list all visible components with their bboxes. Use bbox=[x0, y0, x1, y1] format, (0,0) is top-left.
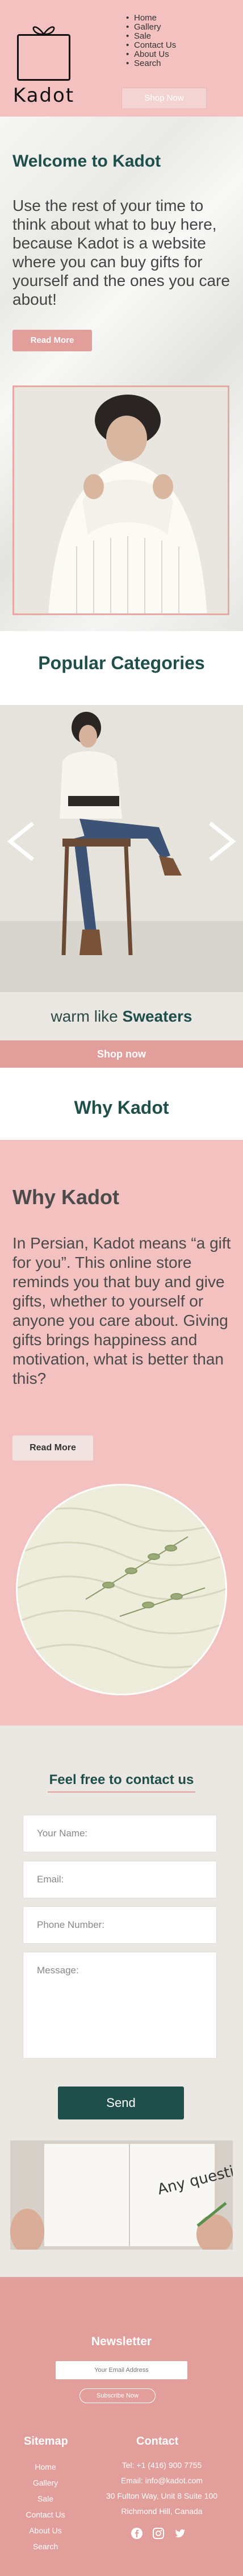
why-read-more-button[interactable]: Read More bbox=[12, 1436, 93, 1461]
caption-category: Sweaters bbox=[122, 1007, 192, 1025]
shop-now-button[interactable]: Shop Now bbox=[122, 88, 207, 109]
footer-phone: Tel: +1 (416) 900 7755 bbox=[122, 2461, 202, 2470]
sitemap-link-home[interactable]: Home bbox=[23, 2459, 68, 2475]
subscribe-button[interactable]: Subscribe Now bbox=[79, 2388, 156, 2403]
welcome-section: Welcome to Kadot Use the rest of your ti… bbox=[0, 117, 243, 631]
why-kadot-text: In Persian, Kadot means “a gift for you”… bbox=[12, 1234, 231, 1387]
read-more-button[interactable]: Read More bbox=[12, 330, 92, 351]
logo-text: Kadot bbox=[12, 84, 75, 107]
site-footer: Newsletter Your Email Address Subscribe … bbox=[0, 2277, 243, 2576]
notebook-image: Any question? bbox=[10, 2141, 233, 2250]
facebook-icon[interactable] bbox=[131, 2527, 143, 2540]
why-kadot-title: Why Kadot bbox=[12, 1185, 119, 1209]
contact-title: Feel free to contact us bbox=[49, 1772, 194, 1787]
nav-item-about[interactable]: About Us bbox=[126, 50, 176, 60]
footer-address-line-2: Richmond Hill, Canada bbox=[121, 2507, 203, 2516]
logo[interactable]: Kadot bbox=[12, 17, 75, 111]
instagram-icon[interactable] bbox=[152, 2527, 165, 2540]
category-caption: warm like Sweaters bbox=[0, 992, 243, 1040]
popular-categories-title: Popular Categories bbox=[38, 653, 205, 673]
sitemap-title: Sitemap bbox=[24, 2435, 68, 2448]
message-field[interactable]: Message: bbox=[23, 1952, 217, 2059]
newsletter-title: Newsletter bbox=[91, 2335, 152, 2348]
welcome-title: Welcome to Kadot bbox=[12, 152, 161, 171]
main-nav: Home Gallery Sale Contact Us About Us Se… bbox=[126, 14, 176, 69]
nav-item-contact[interactable]: Contact Us bbox=[126, 41, 176, 51]
sitemap-link-gallery[interactable]: Gallery bbox=[23, 2475, 68, 2491]
chevron-right-icon[interactable] bbox=[204, 819, 238, 864]
category-slider bbox=[0, 705, 243, 992]
nav-item-sale[interactable]: Sale bbox=[126, 32, 176, 42]
footer-address-line-1: 30 Fulton Way, Unit 8 Suite 100 bbox=[106, 2491, 218, 2500]
twitter-icon[interactable] bbox=[174, 2527, 186, 2540]
send-button[interactable]: Send bbox=[58, 2086, 184, 2119]
notebook-illustration: Any question? bbox=[10, 2141, 233, 2250]
name-field[interactable]: Your Name: bbox=[23, 1815, 217, 1852]
nav-item-search[interactable]: Search bbox=[126, 59, 176, 69]
why-kadot-heading: Why Kadot bbox=[74, 1097, 169, 1118]
contact-section: Feel free to contact us Your Name: Email… bbox=[0, 1725, 243, 2277]
sitemap-list: Home Gallery Sale Contact Us About Us Se… bbox=[23, 2459, 68, 2554]
sitemap-link-contact[interactable]: Contact Us bbox=[23, 2507, 68, 2523]
chevron-left-icon[interactable] bbox=[5, 819, 39, 864]
sitemap-link-about[interactable]: About Us bbox=[23, 2523, 68, 2538]
caption-prefix: warm like bbox=[51, 1007, 123, 1025]
nav-item-gallery[interactable]: Gallery bbox=[126, 23, 176, 32]
knit-flowers-image bbox=[16, 1484, 227, 1695]
email-field[interactable]: Email: bbox=[23, 1861, 217, 1898]
sweater-woman-image bbox=[12, 385, 229, 615]
why-kadot-section: Why Kadot In Persian, Kadot means “a gif… bbox=[0, 1140, 243, 1725]
gift-box-icon bbox=[17, 34, 70, 81]
shop-now-bar-button[interactable]: Shop now bbox=[0, 1040, 243, 1068]
phone-field[interactable]: Phone Number: bbox=[23, 1906, 217, 1944]
footer-email[interactable]: Email: info@kadot.com bbox=[91, 2473, 233, 2488]
sitemap-link-sale[interactable]: Sale bbox=[23, 2491, 68, 2507]
site-header: Kadot Home Gallery Sale Contact Us About… bbox=[0, 0, 243, 117]
welcome-text: Use the rest of your time to think about… bbox=[12, 197, 230, 308]
footer-contact-list: Tel: +1 (416) 900 7755 Email: info@kadot… bbox=[91, 2458, 233, 2519]
social-links bbox=[131, 2527, 193, 2544]
sweater-woman-illustration bbox=[14, 387, 228, 613]
nav-item-home[interactable]: Home bbox=[126, 14, 176, 23]
newsletter-email-input[interactable]: Your Email Address bbox=[56, 2361, 187, 2379]
footer-contact-title: Contact bbox=[136, 2435, 179, 2448]
knit-flowers-illustration bbox=[18, 1486, 225, 1694]
sitemap-link-search[interactable]: Search bbox=[23, 2538, 68, 2554]
title-underline bbox=[48, 1791, 195, 1793]
